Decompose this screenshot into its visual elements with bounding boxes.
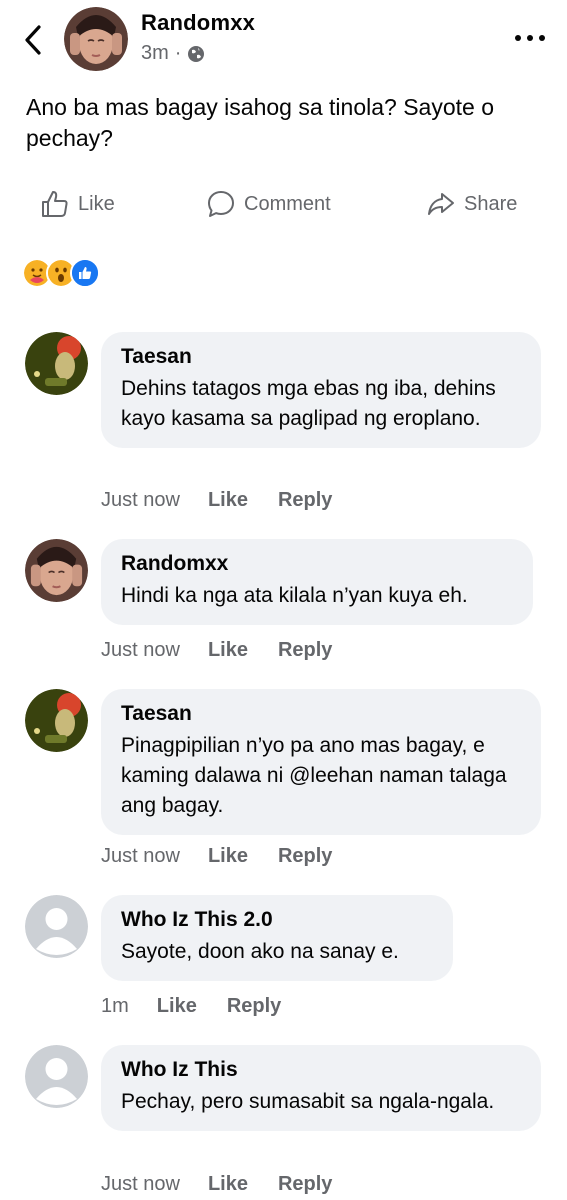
comment-text: Pechay, pero sumasabit sa ngala-ngala. — [121, 1090, 495, 1113]
more-options-button[interactable] — [513, 28, 547, 48]
comment-like-button[interactable]: Like — [208, 1173, 248, 1196]
post-author-name[interactable]: Randomxx — [141, 10, 255, 36]
commenter-avatar[interactable] — [25, 332, 88, 395]
comment-time: 1m — [101, 994, 129, 1017]
reaction-summary[interactable] — [22, 258, 100, 288]
comment-bubble[interactable]: Who Iz This Pechay, pero sumasabit sa ng… — [101, 1045, 541, 1131]
comment-text: Hindi ka nga ata kilala n’yan kuya eh. — [121, 584, 468, 607]
comment-meta: Just now Like Reply — [101, 487, 332, 513]
comment-like-button[interactable]: Like — [208, 639, 248, 662]
globe-icon — [188, 45, 205, 62]
post-time: 3m — [141, 42, 169, 64]
comment-reply-button[interactable]: Reply — [278, 639, 332, 662]
comment-time: Just now — [101, 488, 180, 511]
like-label: Like — [78, 192, 115, 215]
comment-bubble[interactable]: Who Iz This 2.0 Sayote, doon ako na sana… — [101, 895, 453, 981]
comment-reply-button[interactable]: Reply — [278, 489, 332, 512]
commenter-name[interactable]: Taesan — [121, 344, 521, 370]
like-emoji-icon — [70, 258, 100, 288]
comment-like-button[interactable]: Like — [208, 489, 248, 512]
post-actions: Like Comment Share — [0, 184, 567, 224]
commenter-avatar[interactable] — [25, 539, 88, 602]
comment-meta: Just now Like Reply — [101, 1171, 332, 1197]
commenter-name[interactable]: Who Iz This 2.0 — [121, 907, 433, 933]
post-author-avatar[interactable] — [64, 7, 128, 71]
comment-text: Sayote, doon ako na sanay e. — [121, 940, 399, 963]
comment-time: Just now — [101, 1172, 180, 1195]
comment-bubble[interactable]: Taesan Dehins tatagos mga ebas ng iba, d… — [101, 332, 541, 448]
comment-meta: Just now Like Reply — [101, 637, 332, 663]
comment-time: Just now — [101, 638, 180, 661]
post-text: Ano ba mas bagay isahog sa tinola? Sayot… — [26, 94, 494, 151]
post-header: Randomxx 3m · — [0, 0, 567, 80]
thumbs-up-icon — [42, 191, 68, 217]
more-dots-icon — [515, 35, 545, 41]
comment-meta: Just now Like Reply — [101, 843, 332, 869]
comment-like-button[interactable]: Like — [157, 995, 197, 1018]
commenter-avatar[interactable] — [25, 895, 88, 958]
chevron-left-icon — [25, 25, 41, 55]
share-arrow-icon — [428, 193, 454, 215]
comment-bubble-icon — [208, 191, 234, 217]
share-button[interactable]: Share — [426, 184, 517, 224]
comment-label: Comment — [244, 192, 331, 215]
commenter-avatar[interactable] — [25, 1045, 88, 1108]
comment-meta: 1m Like Reply — [101, 993, 281, 1019]
commenter-name[interactable]: Who Iz This — [121, 1057, 521, 1083]
share-label: Share — [464, 192, 518, 215]
meta-separator: · — [174, 42, 182, 64]
comment-reply-button[interactable]: Reply — [278, 845, 332, 868]
comment-text: Pinagpipilian n’yo pa ano mas bagay, e k… — [121, 734, 507, 817]
comment-bubble[interactable]: Taesan Pinagpipilian n’yo pa ano mas bag… — [101, 689, 541, 835]
comment-bubble[interactable]: Randomxx Hindi ka nga ata kilala n’yan k… — [101, 539, 533, 625]
default-avatar-icon — [25, 1045, 88, 1108]
comment-reply-button[interactable]: Reply — [278, 1173, 332, 1196]
commenter-name[interactable]: Taesan — [121, 701, 521, 727]
comment-reply-button[interactable]: Reply — [227, 995, 281, 1018]
comment-like-button[interactable]: Like — [208, 845, 248, 868]
back-button[interactable] — [18, 22, 48, 58]
like-button[interactable]: Like — [40, 184, 115, 224]
default-avatar-icon — [25, 895, 88, 958]
comment-time: Just now — [101, 844, 180, 867]
comment-text: Dehins tatagos mga ebas ng iba, dehins k… — [121, 377, 496, 430]
commenter-avatar[interactable] — [25, 689, 88, 752]
commenter-name[interactable]: Randomxx — [121, 551, 513, 577]
post-meta: 3m · — [141, 42, 205, 65]
